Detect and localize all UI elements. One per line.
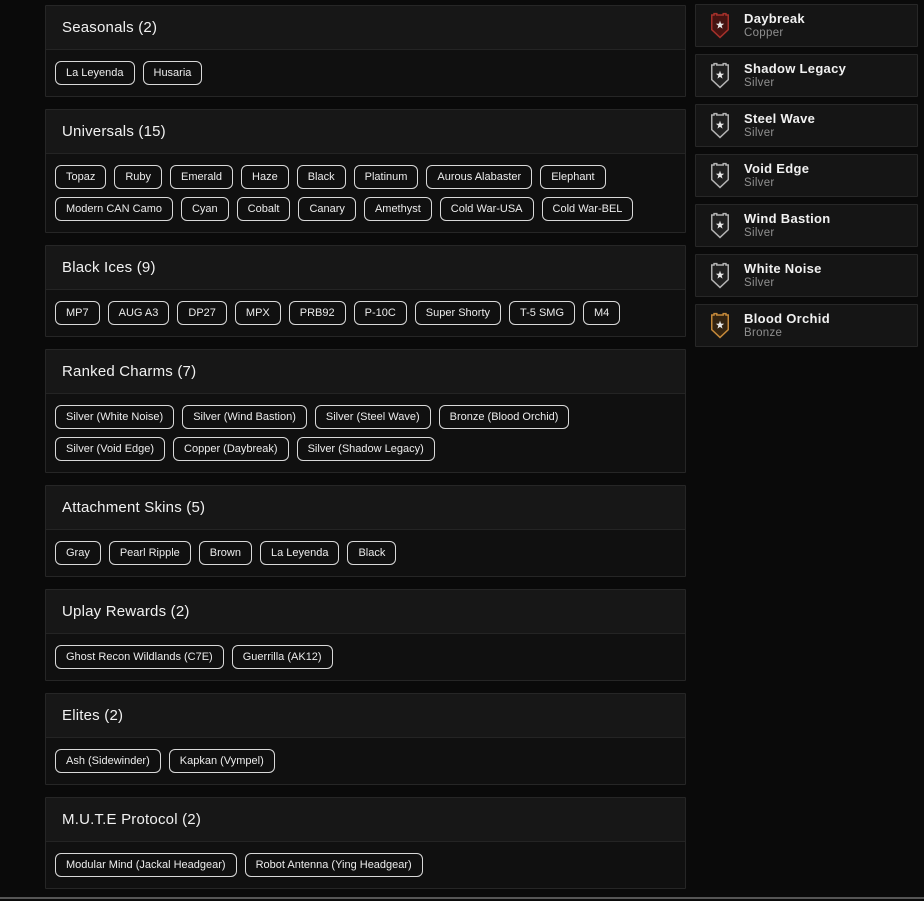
- item-chip[interactable]: Silver (White Noise): [55, 405, 174, 429]
- season-card-blood-orchid[interactable]: Blood Orchid Bronze: [695, 304, 918, 347]
- season-card-steel-wave[interactable]: Steel Wave Silver: [695, 104, 918, 147]
- item-chip[interactable]: Modern CAN Camo: [55, 197, 173, 221]
- season-rank: Silver: [744, 127, 815, 140]
- item-chip[interactable]: Black: [297, 165, 346, 189]
- section-title: Seasonals (2): [46, 6, 685, 50]
- item-chip[interactable]: Super Shorty: [415, 301, 501, 325]
- section-items: Ghost Recon Wildlands (C7E) Guerrilla (A…: [46, 634, 685, 680]
- item-chip[interactable]: Emerald: [170, 165, 233, 189]
- item-chip[interactable]: Robot Antenna (Ying Headgear): [245, 853, 423, 877]
- season-rank: Bronze: [744, 327, 830, 340]
- item-chip[interactable]: Bronze (Blood Orchid): [439, 405, 570, 429]
- item-chip[interactable]: Platinum: [354, 165, 419, 189]
- section-mute-protocol: M.U.T.E Protocol (2) Modular Mind (Jacka…: [45, 797, 686, 889]
- item-chip[interactable]: Copper (Daybreak): [173, 437, 289, 461]
- item-chip[interactable]: Brown: [199, 541, 252, 565]
- section-title: M.U.T.E Protocol (2): [46, 798, 685, 842]
- rank-crest-icon: [709, 112, 731, 140]
- season-name: Blood Orchid: [744, 311, 830, 326]
- season-name: White Noise: [744, 261, 822, 276]
- rank-crest-icon: [709, 312, 731, 340]
- section-items: La Leyenda Husaria: [46, 50, 685, 96]
- season-rank: Silver: [744, 77, 846, 90]
- section-title: Black Ices (9): [46, 246, 685, 290]
- section-universals: Universals (15) Topaz Ruby Emerald Haze …: [45, 109, 686, 233]
- item-chip[interactable]: P-10C: [354, 301, 407, 325]
- season-name: Shadow Legacy: [744, 61, 846, 76]
- item-chip[interactable]: MP7: [55, 301, 100, 325]
- item-chip[interactable]: Silver (Shadow Legacy): [297, 437, 435, 461]
- item-chip[interactable]: Silver (Steel Wave): [315, 405, 431, 429]
- item-chip[interactable]: M4: [583, 301, 620, 325]
- item-chip[interactable]: Aurous Alabaster: [426, 165, 532, 189]
- item-chip[interactable]: Cobalt: [237, 197, 291, 221]
- season-name: Steel Wave: [744, 111, 815, 126]
- item-chip[interactable]: Topaz: [55, 165, 106, 189]
- collections-panel: Seasonals (2) La Leyenda Husaria Univers…: [45, 5, 686, 901]
- section-seasonals: Seasonals (2) La Leyenda Husaria: [45, 5, 686, 97]
- item-chip[interactable]: Ash (Sidewinder): [55, 749, 161, 773]
- section-ranked-charms: Ranked Charms (7) Silver (White Noise) S…: [45, 349, 686, 473]
- item-chip[interactable]: PRB92: [289, 301, 346, 325]
- item-chip[interactable]: T-5 SMG: [509, 301, 575, 325]
- season-name: Void Edge: [744, 161, 809, 176]
- section-items: Ash (Sidewinder) Kapkan (Vympel): [46, 738, 685, 784]
- section-title: Universals (15): [46, 110, 685, 154]
- item-chip[interactable]: Modular Mind (Jackal Headgear): [55, 853, 237, 877]
- item-chip[interactable]: Pearl Ripple: [109, 541, 191, 565]
- item-chip[interactable]: Ghost Recon Wildlands (C7E): [55, 645, 224, 669]
- ranked-seasons-panel: Daybreak Copper Shadow Legacy Silver Ste…: [695, 4, 918, 347]
- rank-crest-icon: [709, 212, 731, 240]
- section-title: Elites (2): [46, 694, 685, 738]
- season-card-daybreak[interactable]: Daybreak Copper: [695, 4, 918, 47]
- item-chip[interactable]: Cyan: [181, 197, 229, 221]
- section-attachment-skins: Attachment Skins (5) Gray Pearl Ripple B…: [45, 485, 686, 577]
- item-chip[interactable]: Husaria: [143, 61, 203, 85]
- item-chip[interactable]: Gray: [55, 541, 101, 565]
- item-chip[interactable]: Cold War-BEL: [542, 197, 634, 221]
- item-chip[interactable]: Amethyst: [364, 197, 432, 221]
- item-chip[interactable]: Cold War-USA: [440, 197, 534, 221]
- section-items: Modular Mind (Jackal Headgear) Robot Ant…: [46, 842, 685, 888]
- season-card-white-noise[interactable]: White Noise Silver: [695, 254, 918, 297]
- section-title: Ranked Charms (7): [46, 350, 685, 394]
- season-rank: Silver: [744, 227, 831, 240]
- section-items: Topaz Ruby Emerald Haze Black Platinum A…: [46, 154, 685, 232]
- rank-crest-icon: [709, 262, 731, 290]
- season-rank: Silver: [744, 177, 809, 190]
- item-chip[interactable]: La Leyenda: [260, 541, 340, 565]
- season-card-wind-bastion[interactable]: Wind Bastion Silver: [695, 204, 918, 247]
- item-chip[interactable]: AUG A3: [108, 301, 170, 325]
- rank-crest-icon: [709, 12, 731, 40]
- section-items: Gray Pearl Ripple Brown La Leyenda Black: [46, 530, 685, 576]
- season-rank: Silver: [744, 277, 822, 290]
- season-name: Daybreak: [744, 11, 805, 26]
- section-title: Attachment Skins (5): [46, 486, 685, 530]
- season-card-shadow-legacy[interactable]: Shadow Legacy Silver: [695, 54, 918, 97]
- item-chip[interactable]: Haze: [241, 165, 289, 189]
- section-uplay-rewards: Uplay Rewards (2) Ghost Recon Wildlands …: [45, 589, 686, 681]
- rank-crest-icon: [709, 162, 731, 190]
- item-chip[interactable]: Black: [347, 541, 396, 565]
- item-chip[interactable]: Guerrilla (AK12): [232, 645, 333, 669]
- season-card-void-edge[interactable]: Void Edge Silver: [695, 154, 918, 197]
- section-black-ices: Black Ices (9) MP7 AUG A3 DP27 MPX PRB92…: [45, 245, 686, 337]
- rank-crest-icon: [709, 62, 731, 90]
- item-chip[interactable]: MPX: [235, 301, 281, 325]
- item-chip[interactable]: Silver (Wind Bastion): [182, 405, 307, 429]
- section-items: Silver (White Noise) Silver (Wind Bastio…: [46, 394, 685, 472]
- item-chip[interactable]: Silver (Void Edge): [55, 437, 165, 461]
- item-chip[interactable]: DP27: [177, 301, 227, 325]
- item-chip[interactable]: Kapkan (Vympel): [169, 749, 275, 773]
- item-chip[interactable]: Ruby: [114, 165, 162, 189]
- section-items: MP7 AUG A3 DP27 MPX PRB92 P-10C Super Sh…: [46, 290, 685, 336]
- season-name: Wind Bastion: [744, 211, 831, 226]
- item-chip[interactable]: Canary: [298, 197, 355, 221]
- section-elites: Elites (2) Ash (Sidewinder) Kapkan (Vymp…: [45, 693, 686, 785]
- item-chip[interactable]: La Leyenda: [55, 61, 135, 85]
- item-chip[interactable]: Elephant: [540, 165, 605, 189]
- section-title: Uplay Rewards (2): [46, 590, 685, 634]
- season-rank: Copper: [744, 27, 805, 40]
